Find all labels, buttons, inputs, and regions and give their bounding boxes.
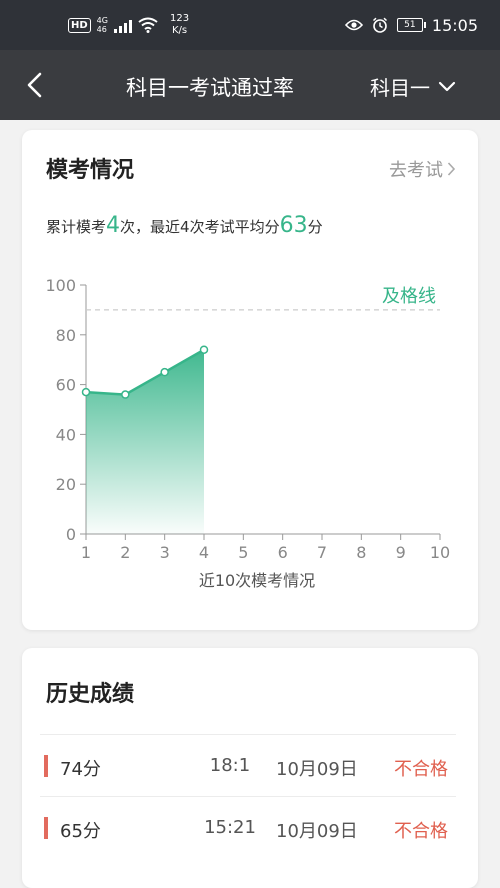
history-row[interactable]: 65分 15:21 10月09日 不合格 xyxy=(40,796,456,859)
pass-line-label: 及格线 xyxy=(382,286,436,307)
row-score: 74分 xyxy=(60,759,101,780)
score-area xyxy=(86,349,204,534)
status-bar: HD 4G 46 123 K/s 51 15:05 xyxy=(0,0,500,50)
mock-exam-card: 模考情况 去考试 累计模考4次，最近4次考试平均分63分 0 20 40 60 80 10… xyxy=(22,130,478,630)
row-duration: 18:1 xyxy=(209,755,251,776)
go-exam-link[interactable]: 去考试 xyxy=(389,156,456,182)
status-left: HD 4G 46 123 K/s xyxy=(68,13,190,36)
go-exam-label: 去考试 xyxy=(389,160,443,181)
history-row[interactable]: 74分 18:1 10月09日 不合格 xyxy=(40,734,456,797)
score-point xyxy=(121,390,130,399)
x-tick-label: 10 xyxy=(430,543,450,562)
history-card: 历史成绩 74分 18:1 10月09日 不合格 65分 15:21 10月09… xyxy=(22,648,478,888)
avg-score: 63 xyxy=(279,213,308,238)
score-point xyxy=(160,367,169,377)
eye-icon xyxy=(344,19,363,31)
subject-selector[interactable]: 科目一 xyxy=(370,72,456,101)
fail-marker xyxy=(44,755,48,777)
row-date: 10月09日 xyxy=(276,759,358,780)
y-tick-label: 100 xyxy=(45,276,76,295)
row-date: 10月09日 xyxy=(276,821,358,842)
y-tick-label: 20 xyxy=(56,475,76,494)
subject-label: 科目一 xyxy=(370,76,430,100)
x-tick-label: 2 xyxy=(120,543,130,562)
y-tick-label: 60 xyxy=(56,376,76,395)
mock-summary: 累计模考4次，最近4次考试平均分63分 xyxy=(46,213,323,238)
net-speed: 123 K/s xyxy=(169,13,190,36)
x-tick-label: 8 xyxy=(356,543,366,562)
row-result: 不合格 xyxy=(394,759,448,780)
y-tick-label: 80 xyxy=(56,326,76,345)
score-point xyxy=(199,345,209,354)
status-time: 15:05 xyxy=(431,15,478,35)
chevron-down-icon xyxy=(438,81,456,91)
wifi-icon xyxy=(138,17,158,33)
signal-icon xyxy=(113,17,132,33)
row-duration: 15:21 xyxy=(204,817,256,838)
x-tick-label: 9 xyxy=(396,543,406,562)
fail-marker xyxy=(44,817,48,839)
score-chart: 0 20 40 60 80 100 1 2 3 4 5 6 7 8 9 10 近10次模考情况 及格线 xyxy=(45,276,450,590)
chevron-right-icon xyxy=(447,162,456,176)
x-axis-label: 近10次模考情况 xyxy=(199,571,315,590)
x-tick-label: 7 xyxy=(317,543,327,562)
x-tick-label: 1 xyxy=(81,543,91,562)
x-tick-label: 4 xyxy=(199,543,209,562)
total-count: 4 xyxy=(106,213,121,238)
mock-section-title: 模考情况 xyxy=(46,158,135,183)
x-tick-label: 3 xyxy=(160,543,170,562)
y-tick-label: 0 xyxy=(66,525,76,544)
history-title: 历史成绩 xyxy=(46,682,135,707)
row-result: 不合格 xyxy=(394,821,448,842)
network-type: 4G 46 xyxy=(96,16,108,34)
page-title: 科目一考试通过率 xyxy=(126,76,294,100)
nav-bar: 科目一考试通过率 科目一 xyxy=(0,50,500,120)
recent-count: 4 xyxy=(180,218,190,236)
score-point xyxy=(81,387,91,397)
y-tick-label: 40 xyxy=(56,425,76,444)
x-tick-label: 6 xyxy=(278,543,288,562)
hd-badge: HD xyxy=(68,17,91,33)
row-score: 65分 xyxy=(60,821,101,842)
battery-icon: 51 xyxy=(396,18,426,32)
alarm-icon xyxy=(372,17,387,33)
x-tick-label: 5 xyxy=(238,543,248,562)
status-right: 51 15:05 xyxy=(344,14,478,36)
